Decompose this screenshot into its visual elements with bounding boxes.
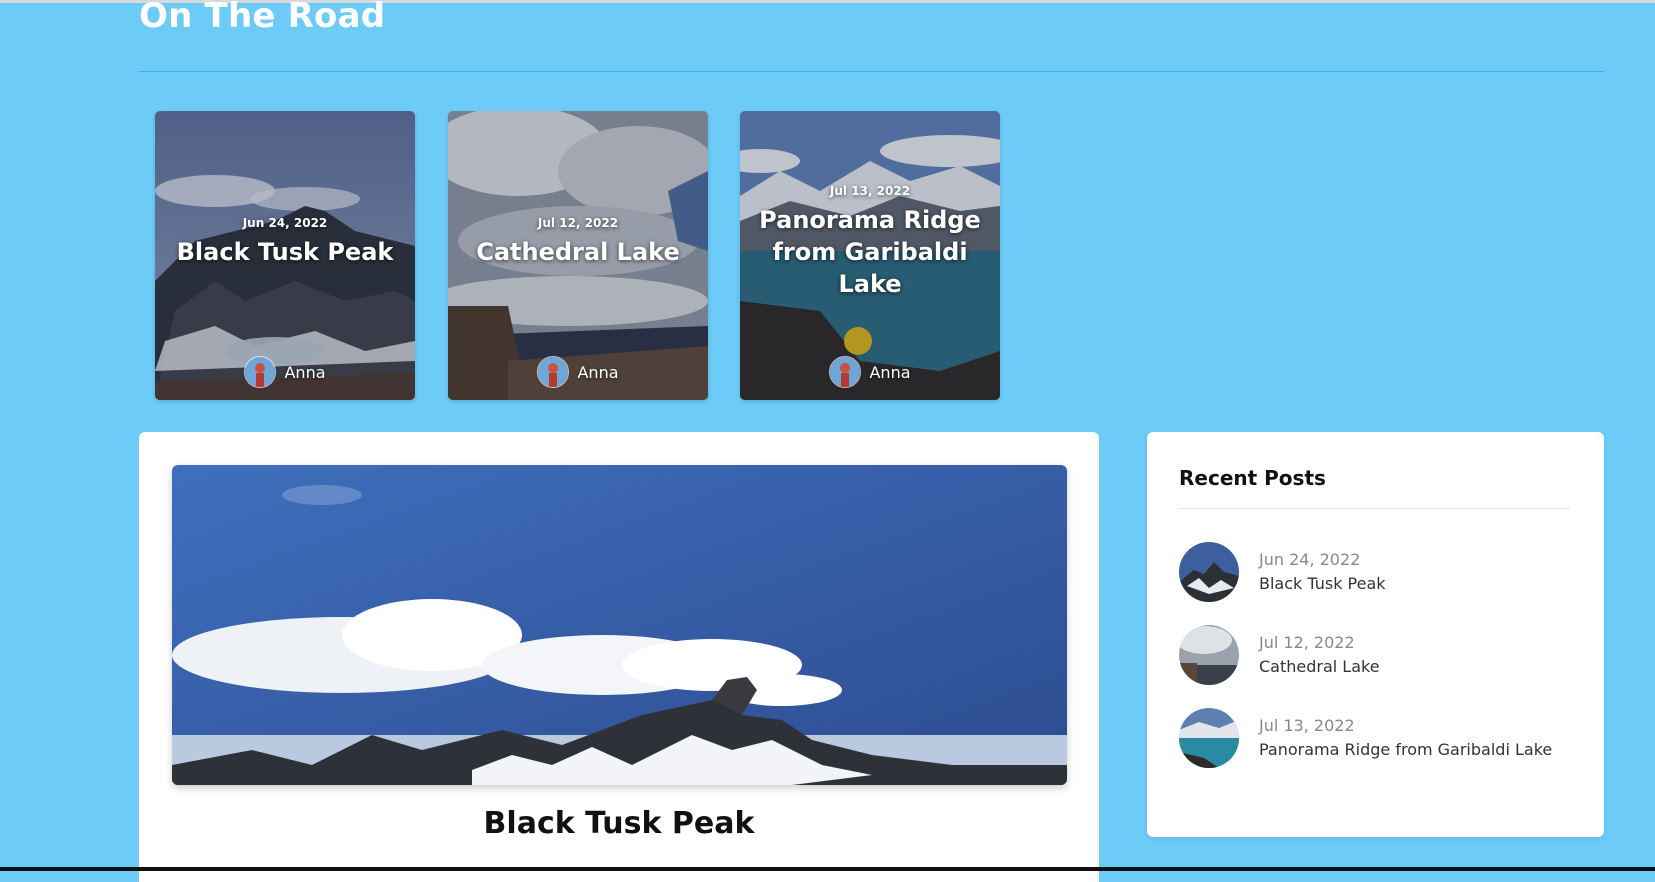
card-date: Jul 13, 2022 [829, 184, 911, 198]
author-avatar [537, 356, 570, 388]
recent-post-title[interactable]: Cathedral Lake [1259, 655, 1380, 679]
recent-post-date: Jul 13, 2022 [1259, 716, 1355, 735]
recent-post-thumbnail[interactable] [1179, 625, 1239, 685]
card-title[interactable]: Panorama Ridge from Garibaldi Lake [740, 204, 1000, 300]
author-name: Anna [869, 362, 911, 382]
card-author: Anna [740, 356, 1000, 388]
recent-post-thumbnail[interactable] [1179, 542, 1239, 602]
featured-card-black-tusk[interactable]: Jun 24, 2022 Black Tusk Peak Anna [155, 111, 415, 400]
card-author: Anna [448, 356, 708, 388]
author-name: Anna [284, 362, 326, 382]
author-avatar [244, 356, 277, 388]
recent-post-item[interactable]: Jul 13, 2022 Panorama Ridge from Garibal… [1179, 707, 1579, 769]
card-date: Jun 24, 2022 [242, 216, 328, 230]
recent-post-item[interactable]: Jun 24, 2022 Black Tusk Peak [1179, 541, 1579, 603]
site-title[interactable]: On The Road [139, 0, 385, 38]
card-author: Anna [155, 356, 415, 388]
header-divider [139, 71, 1604, 72]
author-name: Anna [577, 362, 619, 382]
bottom-edge-line [0, 867, 1655, 871]
card-info: Jul 12, 2022 Cathedral Lake [448, 216, 708, 268]
post-title[interactable]: Black Tusk Peak [139, 804, 1099, 844]
author-avatar [829, 356, 862, 388]
recent-post-date: Jul 12, 2022 [1259, 633, 1355, 652]
featured-card-cathedral-lake[interactable]: Jul 12, 2022 Cathedral Lake Anna [448, 111, 708, 400]
main-post-panel: Black Tusk Peak [139, 432, 1099, 882]
recent-post-title[interactable]: Black Tusk Peak [1259, 572, 1386, 596]
card-title[interactable]: Cathedral Lake [448, 236, 708, 268]
card-date: Jul 12, 2022 [537, 216, 619, 230]
card-info: Jun 24, 2022 Black Tusk Peak [155, 216, 415, 268]
recent-post-title[interactable]: Panorama Ridge from Garibaldi Lake [1259, 738, 1552, 762]
recent-post-text: Jun 24, 2022 Black Tusk Peak [1259, 548, 1386, 596]
sidebar-divider [1179, 508, 1570, 509]
recent-posts-sidebar: Recent Posts Jun 24, 2022 Black Tusk Pea… [1147, 432, 1604, 837]
sidebar-heading: Recent Posts [1179, 466, 1326, 490]
card-info: Jul 13, 2022 Panorama Ridge from Garibal… [740, 184, 1000, 300]
card-title[interactable]: Black Tusk Peak [155, 236, 415, 268]
recent-post-text: Jul 13, 2022 Panorama Ridge from Garibal… [1259, 714, 1552, 762]
recent-post-text: Jul 12, 2022 Cathedral Lake [1259, 631, 1380, 679]
featured-card-panorama-ridge[interactable]: Jul 13, 2022 Panorama Ridge from Garibal… [740, 111, 1000, 400]
recent-post-thumbnail[interactable] [1179, 708, 1239, 768]
post-featured-image[interactable] [172, 465, 1067, 785]
recent-post-date: Jun 24, 2022 [1259, 550, 1361, 569]
recent-post-item[interactable]: Jul 12, 2022 Cathedral Lake [1179, 624, 1579, 686]
